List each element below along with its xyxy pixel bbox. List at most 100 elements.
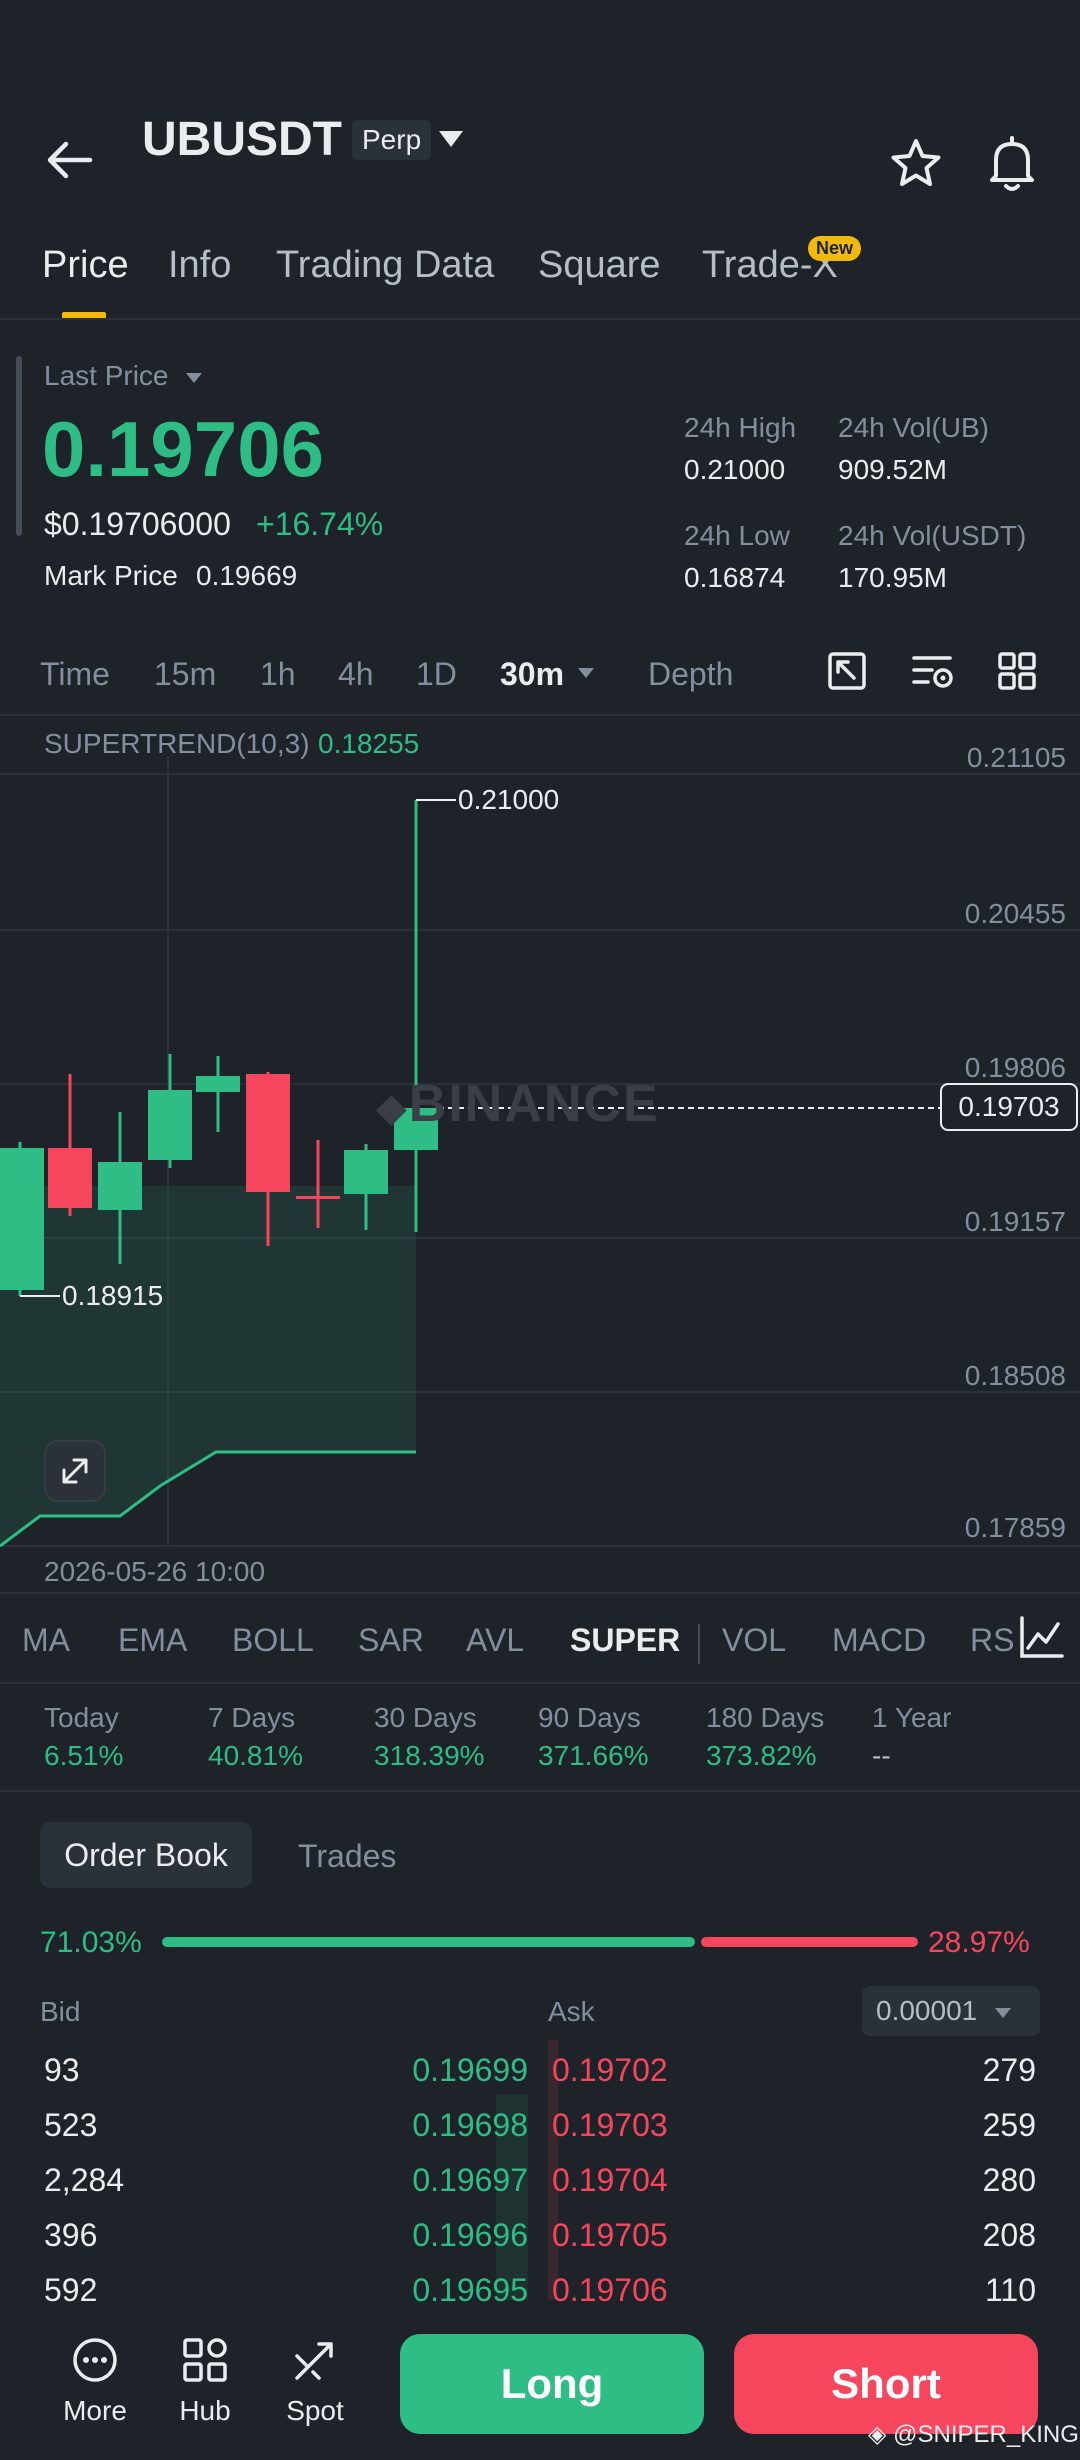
chart-low-label: 0.18915 bbox=[62, 1280, 164, 1311]
ask-ratio-percent: 28.97% bbox=[928, 1926, 1030, 1959]
last-price-selector[interactable]: Last Price bbox=[44, 360, 204, 392]
supertrend-label: SUPERTREND(10,3) bbox=[44, 728, 310, 759]
ask-header: Ask bbox=[548, 1996, 595, 2027]
nav-hub[interactable]: Hub bbox=[150, 2336, 260, 2427]
usd-price: $0.19706000 bbox=[44, 506, 231, 542]
tab-trades[interactable]: Trades bbox=[298, 1838, 396, 1875]
short-button[interactable]: Short bbox=[734, 2334, 1038, 2434]
timeframe-4h[interactable]: 4h bbox=[338, 656, 374, 693]
bid-qty: 523 bbox=[44, 2107, 98, 2143]
tab-order-book[interactable]: Order Book bbox=[40, 1822, 252, 1888]
back-arrow-icon[interactable] bbox=[44, 140, 94, 180]
supertrend-value: 0.18255 bbox=[318, 728, 420, 759]
y-tick-label: 0.18508 bbox=[964, 1360, 1066, 1391]
timeframe-1h[interactable]: 1h bbox=[260, 656, 296, 693]
current-price-tag: 0.19703 bbox=[940, 1083, 1078, 1131]
star-favorite-icon[interactable] bbox=[888, 136, 944, 192]
indicator-sar[interactable]: SAR bbox=[358, 1622, 424, 1659]
y-tick-label: 0.20455 bbox=[964, 898, 1066, 929]
ask-price: 0.19703 bbox=[552, 2107, 668, 2143]
timeframe-1d[interactable]: 1D bbox=[416, 656, 457, 693]
caret-down-icon bbox=[186, 372, 203, 383]
chart-settings-icon[interactable] bbox=[910, 650, 956, 692]
expand-icon bbox=[62, 1458, 88, 1484]
perf-label: 1 Year bbox=[872, 1702, 952, 1733]
indicator-ema[interactable]: EMA bbox=[118, 1622, 187, 1659]
divider bbox=[0, 318, 1080, 320]
candlestick-chart[interactable] bbox=[0, 716, 1080, 1586]
tab-square[interactable]: Square bbox=[538, 244, 661, 287]
perf-value: 318.39% bbox=[374, 1740, 485, 1771]
order-book-row[interactable]: 396 0.19696 0.19705 208 bbox=[0, 2217, 1080, 2271]
divider bbox=[0, 1790, 1080, 1792]
ask-qty: 259 bbox=[982, 2107, 1036, 2143]
timeframe-caret-icon[interactable] bbox=[576, 666, 596, 680]
ask-qty: 208 bbox=[982, 2217, 1036, 2253]
divider bbox=[0, 1682, 1080, 1684]
bid-price: 0.19697 bbox=[412, 2162, 528, 2198]
perf-label: 7 Days bbox=[208, 1702, 296, 1733]
order-book-row[interactable]: 523 0.19698 0.19703 259 bbox=[0, 2107, 1080, 2161]
fullscreen-button[interactable] bbox=[44, 1440, 106, 1502]
timeframe-15m[interactable]: 15m bbox=[154, 656, 216, 693]
high-label: 24h High bbox=[684, 412, 797, 443]
order-book-row[interactable]: 592 0.19695 0.19706 110 bbox=[0, 2272, 1080, 2326]
y-tick-label: 0.21105 bbox=[966, 742, 1066, 773]
tab-trading-data[interactable]: Trading Data bbox=[276, 244, 494, 287]
timeframe-time[interactable]: Time bbox=[40, 656, 110, 693]
grid-layout-icon[interactable] bbox=[996, 650, 1038, 692]
order-book-row[interactable]: 2,284 0.19697 0.19704 280 bbox=[0, 2162, 1080, 2216]
symbol-title[interactable]: UBUSDT bbox=[142, 112, 342, 167]
nav-spot[interactable]: Spot bbox=[260, 2336, 370, 2427]
y-tick-label: 0.19157 bbox=[964, 1206, 1066, 1237]
watermark-credit: ◈ @SNIPER_KING bbox=[868, 2421, 1079, 2448]
nav-more[interactable]: More bbox=[40, 2336, 150, 2427]
chart-crop-icon[interactable] bbox=[826, 650, 868, 692]
bid-price: 0.19698 bbox=[412, 2107, 528, 2143]
precision-select[interactable]: 0.00001 bbox=[862, 1986, 1040, 2036]
tab-price[interactable]: Price bbox=[42, 244, 129, 287]
low-label: 24h Low bbox=[684, 520, 790, 551]
timeframe-depth[interactable]: Depth bbox=[648, 656, 733, 693]
indicator-vol[interactable]: VOL bbox=[722, 1622, 786, 1659]
bid-ratio-bar bbox=[162, 1937, 695, 1947]
perf-value: 373.82% bbox=[706, 1740, 817, 1771]
vol-base-value: 909.52M bbox=[838, 454, 947, 485]
indicator-separator bbox=[698, 1624, 700, 1664]
indicator-super[interactable]: SUPER bbox=[570, 1622, 680, 1659]
nav-spot-label: Spot bbox=[286, 2395, 344, 2426]
bid-qty: 396 bbox=[44, 2217, 98, 2253]
ask-price: 0.19702 bbox=[552, 2052, 668, 2088]
mark-price-label: Mark Price bbox=[44, 560, 178, 591]
vol-base-label: 24h Vol(UB) bbox=[838, 412, 989, 443]
indicator-rs[interactable]: RS bbox=[970, 1622, 1014, 1659]
bid-qty: 592 bbox=[44, 2272, 98, 2308]
bid-ratio-percent: 71.03% bbox=[40, 1926, 142, 1959]
indicator-boll[interactable]: BOLL bbox=[232, 1622, 314, 1659]
indicator-chart-icon[interactable] bbox=[1016, 1614, 1066, 1662]
long-button[interactable]: Long bbox=[400, 2334, 704, 2434]
bid-qty: 93 bbox=[44, 2052, 80, 2088]
chart-high-label: 0.21000 bbox=[458, 784, 560, 815]
bell-alert-icon[interactable] bbox=[984, 134, 1040, 194]
high-value: 0.21000 bbox=[684, 454, 786, 485]
indicator-ma[interactable]: MA bbox=[22, 1622, 70, 1659]
hub-icon bbox=[183, 2338, 227, 2382]
order-book-row[interactable]: 93 0.19699 0.19702 279 bbox=[0, 2052, 1080, 2106]
ask-price: 0.19705 bbox=[552, 2217, 668, 2253]
perf-value: -- bbox=[872, 1740, 891, 1771]
credit-logo-icon: ◈ bbox=[868, 2421, 894, 2448]
low-value: 0.16874 bbox=[684, 562, 786, 593]
indicator-macd[interactable]: MACD bbox=[832, 1622, 926, 1659]
perf-label: Today bbox=[44, 1702, 119, 1733]
timeframe-30m[interactable]: 30m bbox=[500, 656, 564, 693]
nav-hub-label: Hub bbox=[179, 2395, 231, 2426]
spot-swap-icon bbox=[295, 2342, 333, 2380]
indicator-avl[interactable]: AVL bbox=[466, 1622, 524, 1659]
perf-label: 90 Days bbox=[538, 1702, 641, 1733]
tab-info[interactable]: Info bbox=[168, 244, 231, 287]
chart-date-label: 2026-05-26 10:00 bbox=[44, 1556, 266, 1587]
y-tick-label: 0.19806 bbox=[964, 1052, 1066, 1083]
new-badge: New bbox=[808, 236, 862, 261]
symbol-dropdown-icon[interactable] bbox=[436, 128, 466, 150]
